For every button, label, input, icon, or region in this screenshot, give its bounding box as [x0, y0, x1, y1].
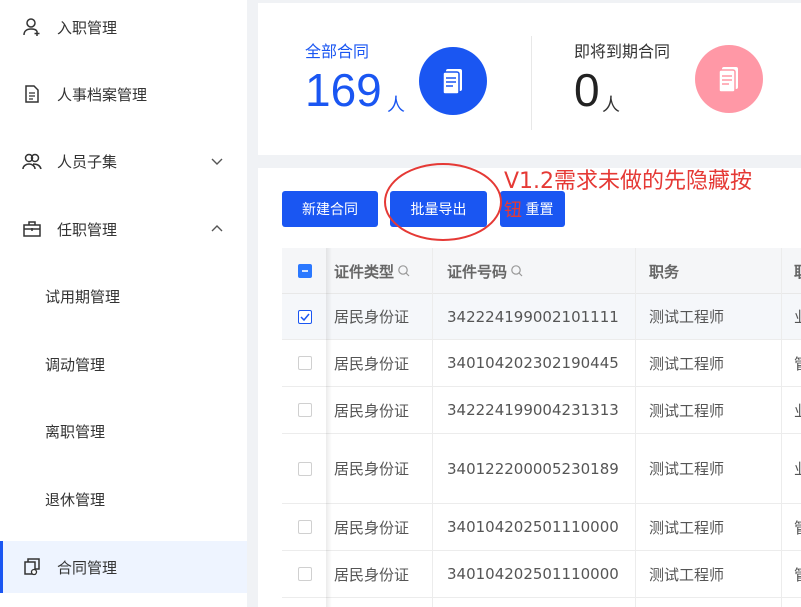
column-divider — [781, 248, 782, 607]
total-contracts-icon — [419, 47, 487, 115]
sidebar-item-label: 合同管理 — [57, 558, 118, 577]
sidebar-item-transfer[interactable]: 调动管理 — [0, 339, 247, 389]
cell-id-number: 340104202302190445 — [447, 354, 619, 372]
total-contracts-label: 全部合同 — [305, 42, 370, 61]
fixed-column-shadow — [326, 248, 332, 607]
table-row[interactable]: 居民身份证 340104202302190445 测试工程师 管 — [282, 340, 801, 387]
expiring-contracts-value: 0 — [574, 64, 600, 116]
row-checkbox[interactable] — [298, 567, 312, 581]
cell-position: 测试工程师 — [649, 401, 725, 420]
sidebar-item-label: 离职管理 — [45, 422, 106, 441]
annotation-mark: 钮 — [504, 200, 522, 221]
contract-icon — [24, 558, 40, 576]
expiring-contracts-unit: 人 — [602, 95, 620, 116]
table-row[interactable]: 居民身份证 342224199004231313 测试工程师 业 — [282, 387, 801, 434]
column-header-rank: 职 — [794, 248, 801, 294]
sidebar-item-label: 人事档案管理 — [57, 85, 148, 104]
column-header-id-number[interactable]: 证件号码 — [447, 248, 524, 294]
cell-position: 测试工程师 — [649, 354, 725, 373]
new-contract-button[interactable]: 新建合同 — [282, 191, 378, 227]
expiring-contracts-icon — [695, 45, 763, 113]
stats-divider — [531, 36, 532, 130]
row-checkbox[interactable] — [298, 310, 312, 324]
users-icon — [22, 153, 42, 170]
row-checkbox[interactable] — [298, 403, 312, 417]
sidebar-item-onboarding[interactable]: 入职管理 — [0, 2, 247, 52]
document-stack-icon — [718, 67, 738, 93]
table-row[interactable]: 居民身份证 340122200005230189 测试工程师 业 — [282, 434, 801, 504]
sidebar-item-personnel-files[interactable]: 人事档案管理 — [0, 69, 247, 119]
column-header-label: 证件类型 — [334, 262, 395, 281]
sidebar-item-resignation[interactable]: 离职管理 — [0, 406, 247, 456]
cell-id-number: 340104202501110000 — [447, 565, 619, 583]
column-header-label: 职务 — [649, 262, 680, 281]
cell-rank[interactable]: 业 — [794, 434, 801, 503]
cell-id-type: 居民身份证 — [334, 401, 410, 420]
table-row[interactable]: 居民身份证 340104202501110000 测试工程师 管 — [282, 504, 801, 551]
cell-id-type: 居民身份证 — [334, 518, 410, 537]
cell-rank[interactable]: 管 — [794, 551, 801, 597]
cell-id-number: 340122200005230189 — [447, 459, 619, 478]
document-icon — [25, 85, 39, 103]
cell-id-type: 居民身份证 — [334, 308, 410, 326]
column-divider — [635, 248, 636, 607]
sidebar-item-label: 人员子集 — [57, 152, 118, 171]
sidebar-item-contract[interactable]: 合同管理 — [0, 541, 247, 593]
row-checkbox[interactable] — [298, 520, 312, 534]
cell-position: 测试工程师 — [649, 518, 725, 537]
expiring-contracts-label: 即将到期合同 — [574, 42, 671, 61]
sidebar-item-label: 任职管理 — [57, 220, 118, 239]
cell-id-number: 340104202501110000 — [447, 518, 619, 536]
document-stack-icon — [442, 69, 462, 95]
table-row[interactable]: 居民身份证 342224199002101111 测试工程师 业 — [282, 294, 801, 340]
chevron-up-icon[interactable] — [210, 222, 224, 236]
cell-rank[interactable]: 业 — [794, 387, 801, 433]
total-contracts-unit: 人 — [387, 95, 405, 116]
search-icon[interactable] — [397, 264, 411, 278]
column-header-label: 证件号码 — [447, 262, 508, 281]
table-row[interactable]: 居民身份证 340104202501110000 测试工程师 管 — [282, 551, 801, 598]
user-add-icon — [23, 18, 40, 36]
sidebar: 入职管理 人事档案管理 人员子集 任职管理 试用期管理 调动管理 离职管理 退休… — [0, 0, 247, 607]
annotation-text: V1.2需求未做的先隐藏按 — [504, 169, 753, 194]
cell-rank[interactable]: 业 — [794, 294, 801, 339]
column-header-position: 职务 — [649, 248, 679, 294]
sidebar-item-label: 退休管理 — [45, 490, 106, 509]
column-divider — [432, 248, 433, 607]
cell-rank[interactable]: 管 — [794, 504, 801, 550]
batch-export-button[interactable]: 批量导出 — [390, 191, 487, 227]
cell-position: 测试工程师 — [649, 460, 725, 478]
cell-position: 测试工程师 — [649, 565, 725, 584]
cell-id-type: 居民身份证 — [334, 460, 410, 478]
cell-id-type: 居民身份证 — [334, 354, 410, 373]
sidebar-item-appointment[interactable]: 任职管理 — [0, 204, 247, 254]
cell-id-type: 居民身份证 — [334, 565, 410, 584]
cell-id-number: 342224199002101111 — [447, 307, 619, 326]
table-header: 证件类型 证件号码 职务 职 — [282, 248, 801, 294]
briefcase-icon — [23, 221, 41, 237]
total-contracts-value: 169 — [305, 64, 382, 116]
sidebar-item-retirement[interactable]: 退休管理 — [0, 474, 247, 524]
column-header-id-type[interactable]: 证件类型 — [334, 248, 411, 294]
select-all-checkbox[interactable] — [298, 264, 312, 278]
column-header-label: 职 — [794, 261, 801, 282]
row-checkbox[interactable] — [298, 462, 312, 476]
row-checkbox[interactable] — [298, 356, 312, 370]
sidebar-item-label: 调动管理 — [45, 355, 106, 374]
cell-id-number: 342224199004231313 — [447, 401, 619, 419]
stats-card: 全部合同 169 人 即将到期合同 0 人 — [258, 3, 801, 155]
chevron-down-icon[interactable] — [210, 154, 224, 168]
cell-position: 测试工程师 — [649, 308, 725, 326]
contract-table: 证件类型 证件号码 职务 职 居民身份证 342224199002101111 … — [282, 248, 801, 607]
sidebar-item-label: 入职管理 — [57, 18, 118, 37]
cell-rank[interactable]: 管 — [794, 340, 801, 386]
sidebar-item-label: 试用期管理 — [45, 287, 121, 306]
search-icon[interactable] — [510, 264, 524, 278]
sidebar-item-personnel-subset[interactable]: 人员子集 — [0, 136, 247, 186]
sidebar-item-probation[interactable]: 试用期管理 — [0, 271, 247, 321]
